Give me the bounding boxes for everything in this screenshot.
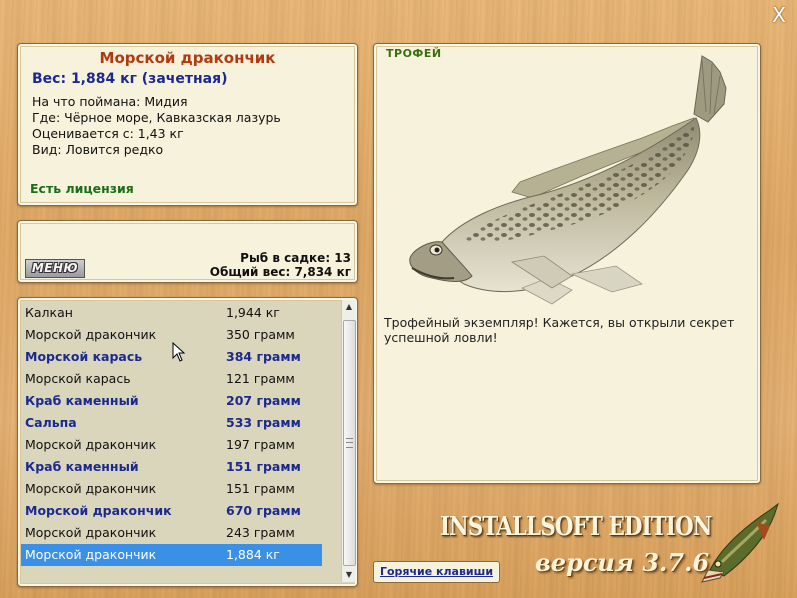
license-status: Есть лицензия bbox=[30, 181, 134, 196]
catch-fish-weight: 1,944 кг bbox=[226, 305, 280, 320]
catch-fish-weight: 151 грамм bbox=[226, 459, 301, 474]
catch-fish-weight: 121 грамм bbox=[226, 371, 295, 386]
scrollbar[interactable]: ▲ ▼ bbox=[341, 300, 356, 582]
catch-fish-weight: 243 грамм bbox=[226, 525, 295, 540]
catch-fish-name: Морской дракончик bbox=[25, 547, 157, 562]
catch-fish-name: Морской дракончик bbox=[25, 503, 172, 518]
keepnet-panel: МЕНЮ Рыб в садке: 13 Общий вес: 7,834 кг bbox=[17, 220, 358, 283]
catch-fish-name: Морской дракончик bbox=[25, 437, 157, 452]
fish-info-panel: Морской дракончик Вес: 1,884 кг (зачетна… bbox=[17, 43, 358, 206]
catch-list-row[interactable]: Морской дракончик 1,884 кг bbox=[21, 544, 322, 566]
catch-fish-weight: 384 грамм bbox=[226, 349, 301, 364]
location-line: Где: Чёрное море, Кавказская лазурь bbox=[32, 110, 281, 125]
scroll-grip-icon bbox=[346, 438, 353, 448]
catch-fish-weight: 207 грамм bbox=[226, 393, 301, 408]
scroll-up-arrow-icon[interactable]: ▲ bbox=[342, 300, 356, 314]
catch-list-row[interactable]: Краб каменный 207 грамм bbox=[21, 390, 322, 412]
catch-list-row[interactable]: Морской дракончик 151 грамм bbox=[21, 478, 322, 500]
mouse-cursor-icon bbox=[172, 342, 186, 362]
catch-fish-name: Морской дракончик bbox=[25, 327, 157, 342]
catch-fish-name: Краб каменный bbox=[25, 459, 139, 474]
fish-weight: Вес: 1,884 кг (зачетная) bbox=[32, 71, 228, 87]
catch-list-row[interactable]: Морской дракончик 197 грамм bbox=[21, 434, 322, 456]
close-button[interactable]: X bbox=[770, 5, 788, 25]
catch-list-row[interactable]: Сальпа 533 грамм bbox=[21, 412, 322, 434]
trophy-description: Трофейный экземпляр! Кажется, вы открыли… bbox=[384, 315, 735, 345]
valued-line: Оценивается с: 1,43 кг bbox=[32, 126, 184, 141]
catch-fish-name: Морской карась bbox=[25, 349, 143, 364]
catch-list-row[interactable]: Морской дракончик 243 грамм bbox=[21, 522, 322, 544]
catch-fish-name: Морской карась bbox=[25, 371, 131, 386]
catch-list-row[interactable]: Морской карась 121 грамм bbox=[21, 368, 322, 390]
catch-list[interactable]: Калкан 1,944 кг Морской дракончик 350 грамм… bbox=[17, 297, 358, 587]
version-label: версия 3.7.6 bbox=[535, 548, 710, 577]
catch-fish-name: Сальпа bbox=[25, 415, 77, 430]
catch-list-row[interactable]: Морской дракончик 670 грамм bbox=[21, 500, 322, 522]
edition-title: INSTALLSOFT EDITION bbox=[440, 512, 712, 542]
catch-fish-name: Краб каменный bbox=[25, 393, 139, 408]
trophy-panel: ТРОФЕЙ Трофейный экземпляр! Кажется, вы … bbox=[373, 43, 761, 484]
catch-fish-weight: 151 грамм bbox=[226, 481, 295, 496]
catch-list-row[interactable]: Калкан 1,944 кг bbox=[21, 302, 322, 324]
scroll-thumb[interactable] bbox=[343, 320, 356, 566]
fish-image bbox=[409, 55, 727, 305]
catch-fish-weight: 533 грамм bbox=[226, 415, 301, 430]
total-weight: Общий вес: 7,834 кг bbox=[209, 265, 351, 279]
catch-list-row[interactable]: Краб каменный 151 грамм bbox=[21, 456, 322, 478]
catch-fish-name: Калкан bbox=[25, 305, 73, 320]
rarity-line: Вид: Ловится редко bbox=[32, 142, 164, 157]
fish-count: Рыб в садке: 13 bbox=[240, 251, 351, 265]
catch-fish-weight: 350 грамм bbox=[226, 327, 295, 342]
scroll-down-arrow-icon[interactable]: ▼ bbox=[342, 568, 356, 582]
menu-button[interactable]: МЕНЮ bbox=[25, 259, 85, 278]
bait-line: На что поймана: Мидия bbox=[32, 94, 188, 109]
catch-fish-weight: 197 грамм bbox=[226, 437, 295, 452]
catch-fish-name: Морской дракончик bbox=[25, 525, 157, 540]
catch-fish-name: Морской дракончик bbox=[25, 481, 157, 496]
catch-fish-weight: 1,884 кг bbox=[226, 547, 280, 562]
fish-name: Морской дракончик bbox=[99, 49, 276, 67]
catch-fish-weight: 670 грамм bbox=[226, 503, 301, 518]
hotkeys-button[interactable]: Горячие клавиши bbox=[373, 561, 500, 583]
pike-logo-icon bbox=[701, 502, 779, 583]
